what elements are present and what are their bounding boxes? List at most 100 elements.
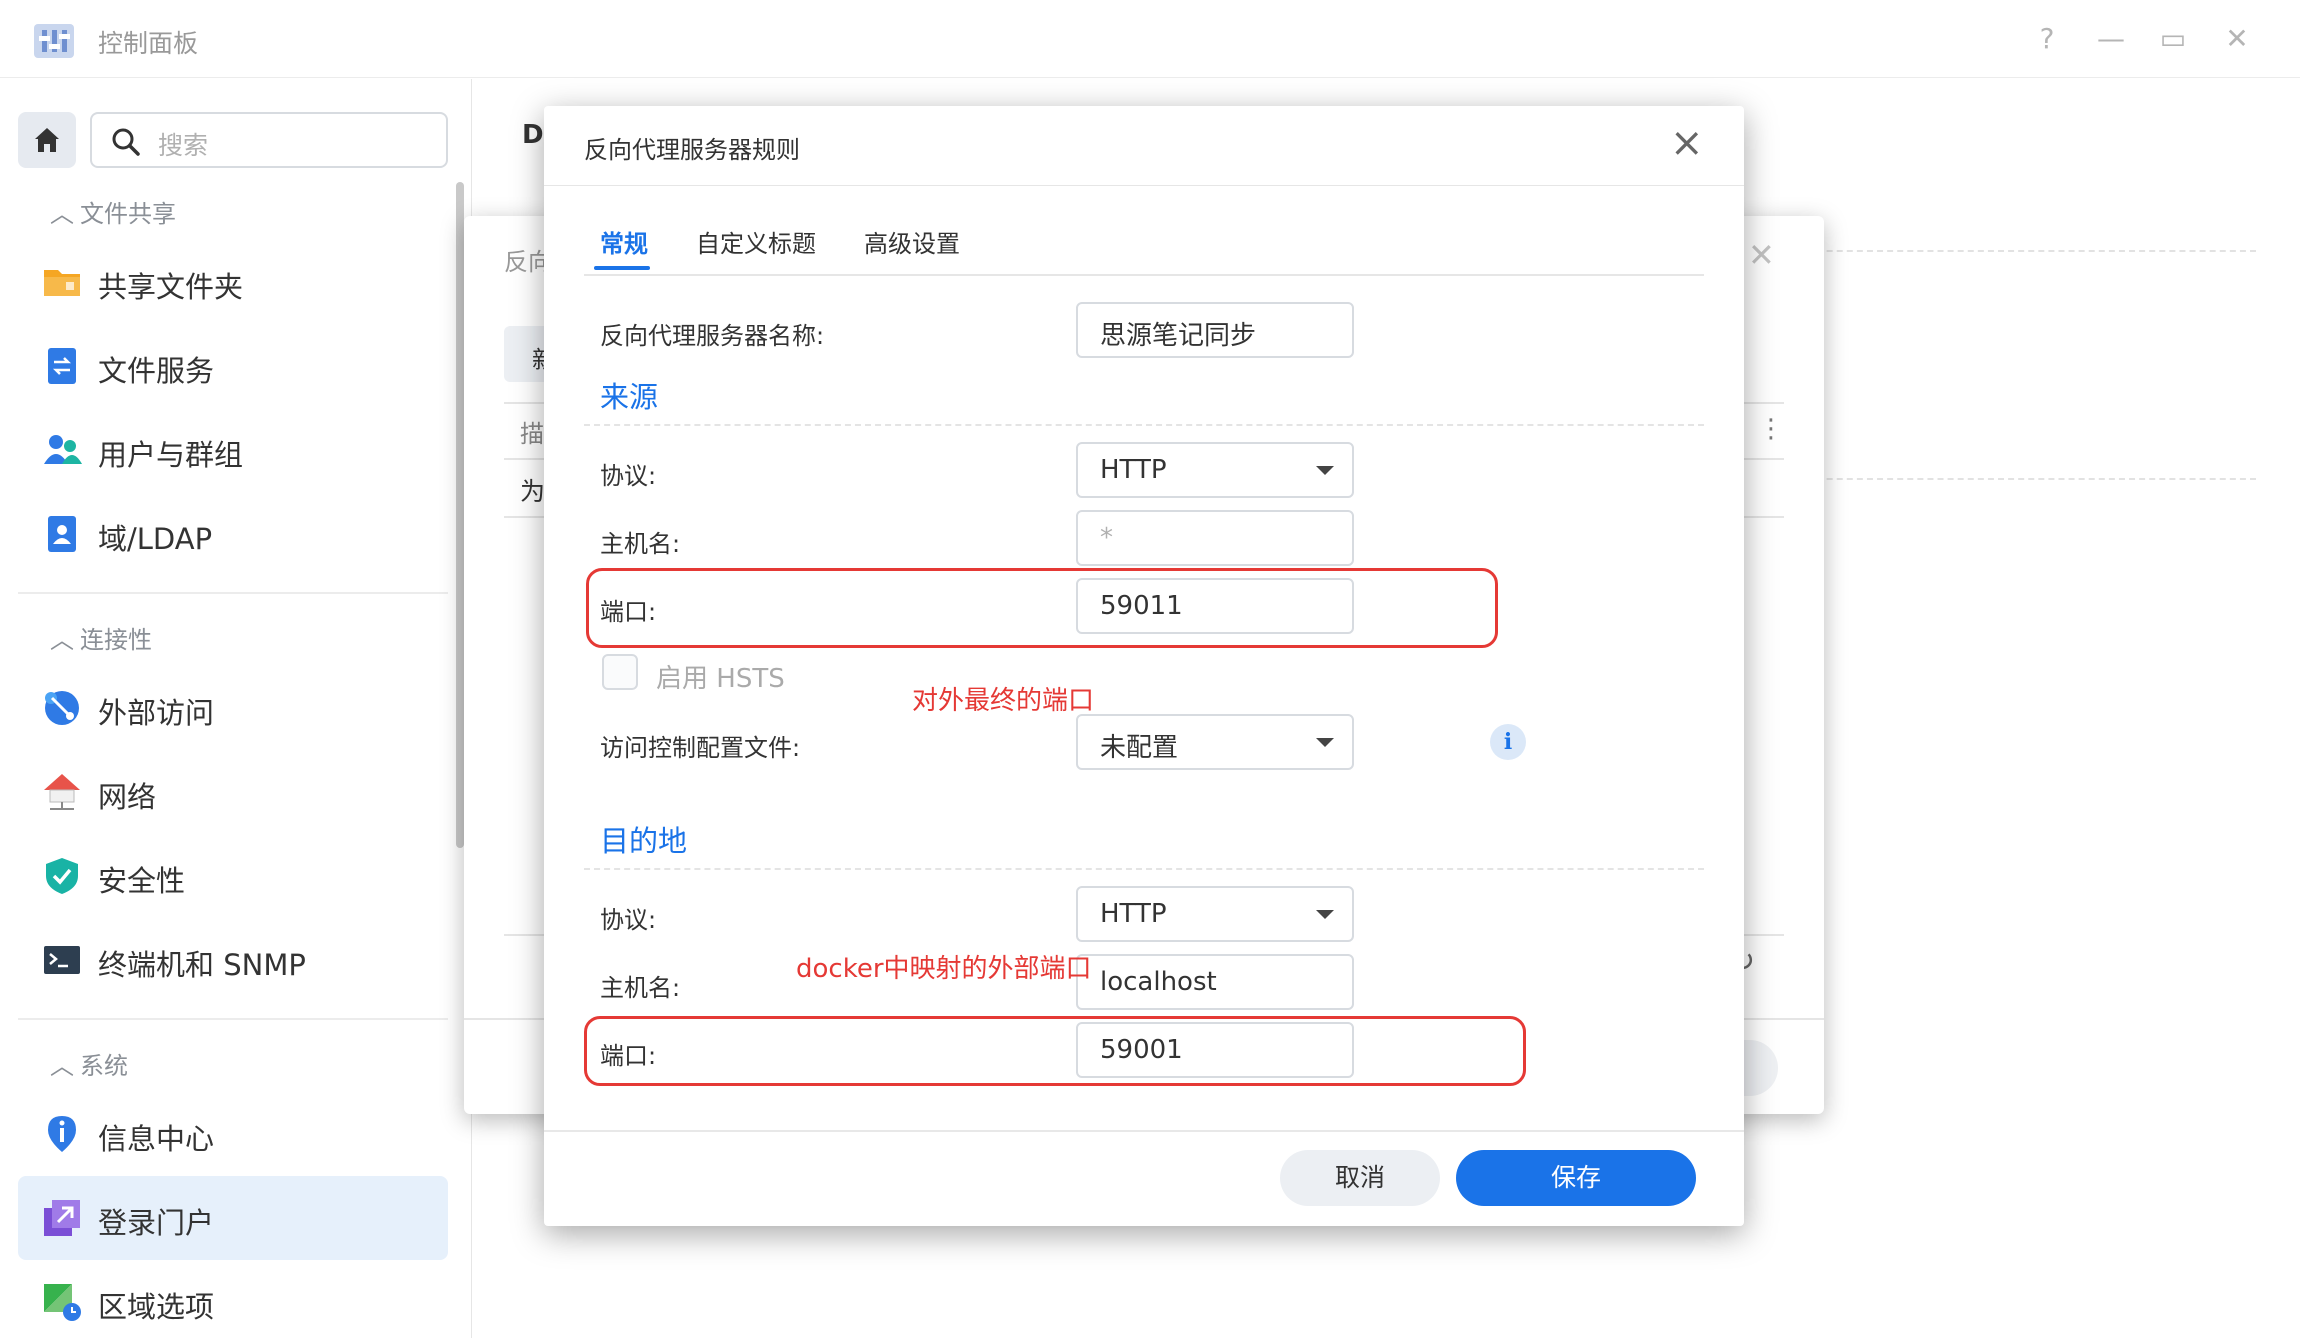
login-portal-icon xyxy=(44,1200,80,1236)
sidebar-divider xyxy=(18,1018,448,1020)
window-title: 控制面板 xyxy=(98,29,199,58)
info-icon[interactable]: i xyxy=(1490,724,1526,760)
tab-general[interactable]: 常规 xyxy=(600,224,648,259)
sidebar-item-label: 外部访问 xyxy=(98,696,215,730)
maximize-icon[interactable]: ▭ xyxy=(2156,22,2190,56)
sidebar-item-label: 域/LDAP xyxy=(98,522,213,556)
dest-protocol-select[interactable]: HTTP xyxy=(1076,886,1354,942)
home-button[interactable] xyxy=(18,112,76,168)
minimize-icon[interactable]: — xyxy=(2094,22,2128,56)
source-protocol-label: 协议: xyxy=(600,462,657,490)
sidebar-item-security[interactable]: 安全性 xyxy=(18,834,448,918)
dest-protocol-label: 协议: xyxy=(600,906,657,934)
sidebar-item-label: 登录门户 xyxy=(98,1206,215,1240)
regional-options-icon xyxy=(44,1284,81,1321)
search-input[interactable]: 搜索 xyxy=(90,112,448,168)
section-label: 文件共享 xyxy=(80,200,176,228)
sidebar-item-ldap[interactable]: 域/LDAP xyxy=(18,492,448,576)
sidebar-item-label: 信息中心 xyxy=(98,1122,215,1156)
dialog-footer-divider xyxy=(544,1130,1744,1132)
source-hostname-label: 主机名: xyxy=(600,530,681,558)
tab-advanced[interactable]: 高级设置 xyxy=(864,224,960,259)
sidebar-item-network[interactable]: 网络 xyxy=(18,750,448,834)
search-placeholder: 搜索 xyxy=(158,131,209,160)
acl-select[interactable]: 未配置 xyxy=(1076,714,1354,770)
name-label: 反向代理服务器名称: xyxy=(600,322,825,350)
section-divider xyxy=(584,424,1704,426)
source-protocol-select[interactable]: HTTP xyxy=(1076,442,1354,498)
sidebar-item-shared-folder[interactable]: 共享文件夹 xyxy=(18,240,448,324)
source-hostname-input[interactable]: * xyxy=(1076,510,1354,566)
input-value: localhost xyxy=(1100,967,1217,997)
hsts-checkbox[interactable] xyxy=(602,654,638,690)
cancel-button[interactable]: 取消 xyxy=(1280,1150,1440,1206)
sidebar-item-external-access[interactable]: 外部访问 xyxy=(18,666,448,750)
sidebar-item-label: 终端机和 SNMP xyxy=(98,948,306,982)
external-access-icon xyxy=(45,691,79,725)
dialog-close-icon[interactable]: × xyxy=(1670,120,1704,166)
dest-hostname-input[interactable]: localhost xyxy=(1076,954,1354,1010)
sidebar-item-info-center[interactable]: 信息中心 xyxy=(18,1092,448,1176)
annotation-dest-port-note: docker中映射的外部端口 xyxy=(796,954,1092,984)
input-value: 思源笔记同步 xyxy=(1100,321,1257,351)
window-close-icon[interactable]: ✕ xyxy=(2220,22,2254,56)
hsts-label: 启用 HSTS xyxy=(656,664,785,694)
chevron-up-icon: ︿ xyxy=(50,626,74,654)
annotation-source-port-note: 对外最终的端口 xyxy=(912,686,1095,716)
sidebar-scrollbar[interactable] xyxy=(456,182,464,848)
source-section-title: 来源 xyxy=(600,380,659,414)
sidebar-item-label: 文件服务 xyxy=(98,354,215,388)
tab-custom-header[interactable]: 自定义标题 xyxy=(696,224,816,259)
window-titlebar xyxy=(0,0,2300,78)
input-placeholder: * xyxy=(1100,523,1113,553)
background-table-cell[interactable]: 为 xyxy=(520,472,545,508)
sidebar-item-login-portal[interactable]: 登录门户 xyxy=(18,1176,448,1260)
destination-section-title: 目的地 xyxy=(600,824,688,858)
sidebar-item-regional-options[interactable]: 区域选项 xyxy=(18,1260,448,1338)
section-label: 系统 xyxy=(80,1052,128,1080)
control-panel-icon xyxy=(32,20,76,60)
file-services-icon xyxy=(48,348,76,384)
chevron-up-icon: ︿ xyxy=(50,1052,74,1080)
search-icon xyxy=(112,128,140,156)
chevron-down-icon xyxy=(1316,738,1334,747)
section-file-sharing[interactable]: ︿ 文件共享 xyxy=(50,194,176,229)
home-icon xyxy=(35,128,59,152)
users-icon xyxy=(44,435,82,464)
sidebar-item-terminal[interactable]: 终端机和 SNMP xyxy=(18,918,448,1002)
annotation-dest-port-box xyxy=(584,1016,1526,1086)
network-icon xyxy=(44,774,80,810)
section-divider xyxy=(584,868,1704,870)
select-value: HTTP xyxy=(1100,455,1167,485)
ldap-icon xyxy=(48,516,76,552)
chevron-down-icon xyxy=(1316,466,1334,475)
active-tab-indicator xyxy=(594,266,650,270)
tabs-divider xyxy=(584,274,1704,276)
chevron-up-icon: ︿ xyxy=(50,200,74,228)
background-page-title: D xyxy=(522,120,544,150)
folder-icon xyxy=(44,270,80,296)
section-label: 连接性 xyxy=(80,626,152,654)
background-close-icon[interactable]: ✕ xyxy=(1748,236,1775,274)
section-system[interactable]: ︿ 系统 xyxy=(50,1046,128,1081)
section-connectivity[interactable]: ︿ 连接性 xyxy=(50,620,152,655)
sidebar-item-label: 共享文件夹 xyxy=(98,270,244,304)
info-center-icon xyxy=(48,1116,76,1152)
sidebar-item-label: 安全性 xyxy=(98,864,186,898)
help-icon[interactable]: ? xyxy=(2030,22,2064,56)
more-options-icon[interactable]: ⋮ xyxy=(1758,414,1784,444)
dest-hostname-label: 主机名: xyxy=(600,974,681,1002)
annotation-source-port-box xyxy=(586,568,1498,648)
chevron-down-icon xyxy=(1316,910,1334,919)
shield-icon xyxy=(46,858,78,894)
background-column-header: 描 xyxy=(520,420,544,448)
sidebar-item-label: 网络 xyxy=(98,780,157,814)
select-value: 未配置 xyxy=(1100,733,1179,763)
sidebar-item-users[interactable]: 用户与群组 xyxy=(18,408,448,492)
name-input[interactable]: 思源笔记同步 xyxy=(1076,302,1354,358)
select-value: HTTP xyxy=(1100,899,1167,929)
save-button[interactable]: 保存 xyxy=(1456,1150,1696,1206)
acl-label: 访问控制配置文件: xyxy=(600,734,801,762)
sidebar-divider xyxy=(18,592,448,594)
sidebar-item-file-services[interactable]: 文件服务 xyxy=(18,324,448,408)
